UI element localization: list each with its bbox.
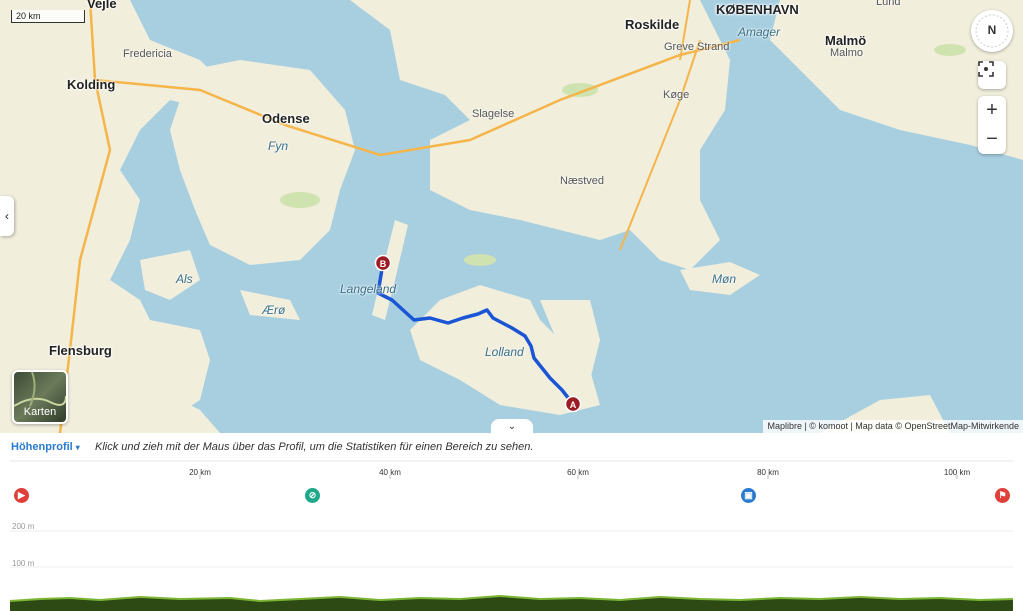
map-layers-button[interactable]: Karten [12, 370, 68, 424]
collapse-map-button[interactable]: ⌄ [491, 419, 533, 433]
map-canvas[interactable]: 20 km Vejle Kolding Odense Roskilde KØBE… [0, 0, 1023, 433]
fullscreen-button[interactable] [978, 61, 1006, 89]
scale-bar: 20 km [11, 10, 85, 23]
map-label-slagelse: Slagelse [472, 108, 515, 120]
map-label-kobenhavn: KØBENHAVN [716, 2, 799, 17]
map-label-als: Als [176, 272, 193, 286]
map-label-vejle: Vejle [87, 0, 117, 11]
zoom-controls: + − [978, 96, 1006, 154]
map-label-odense: Odense [262, 111, 310, 126]
elevation-chart[interactable] [0, 433, 1023, 611]
map-label-roskilde: Roskilde [625, 17, 680, 32]
compass-button[interactable]: N [971, 10, 1013, 52]
compass-label: N [987, 23, 997, 37]
chevron-left-icon: ‹ [5, 209, 9, 223]
collapse-sidebar-button[interactable]: ‹ [0, 196, 14, 236]
map-layers-label: Karten [23, 406, 57, 418]
map-label-mon: Møn [712, 272, 736, 286]
map-label-fyn: Fyn [268, 139, 289, 153]
map-label-fredericia: Fredericia [123, 48, 172, 60]
chevron-down-icon: ⌄ [507, 421, 517, 432]
map-label-koge: Køge [663, 89, 690, 101]
map-label-flensburg: Flensburg [49, 343, 112, 358]
fullscreen-icon [978, 61, 994, 77]
zoom-in-button[interactable]: + [978, 96, 1006, 125]
map-label-malmo-local: Malmo [830, 47, 864, 59]
elevation-profile-panel: Höhenprofil ▾ Klick und zieh mit der Mau… [0, 433, 1023, 611]
map-label-aero: Ærø [262, 303, 286, 317]
zoom-out-button[interactable]: − [978, 125, 1006, 154]
map-label-lolland: Lolland [485, 345, 524, 359]
map-label-amager: Amager [738, 25, 781, 39]
map-label-malmo: Malmö [825, 33, 867, 48]
map-label-lund: Lund [876, 0, 901, 8]
map-label-naestved: Næstved [560, 175, 605, 187]
map-label-langeland: Langeland [340, 282, 397, 296]
map-label-kolding: Kolding [67, 77, 116, 92]
map-background [0, 0, 1023, 433]
map-label-greve-strand: Greve Strand [664, 41, 730, 53]
map-attribution[interactable]: Maplibre | © komoot | Map data © OpenStr… [763, 420, 1023, 433]
